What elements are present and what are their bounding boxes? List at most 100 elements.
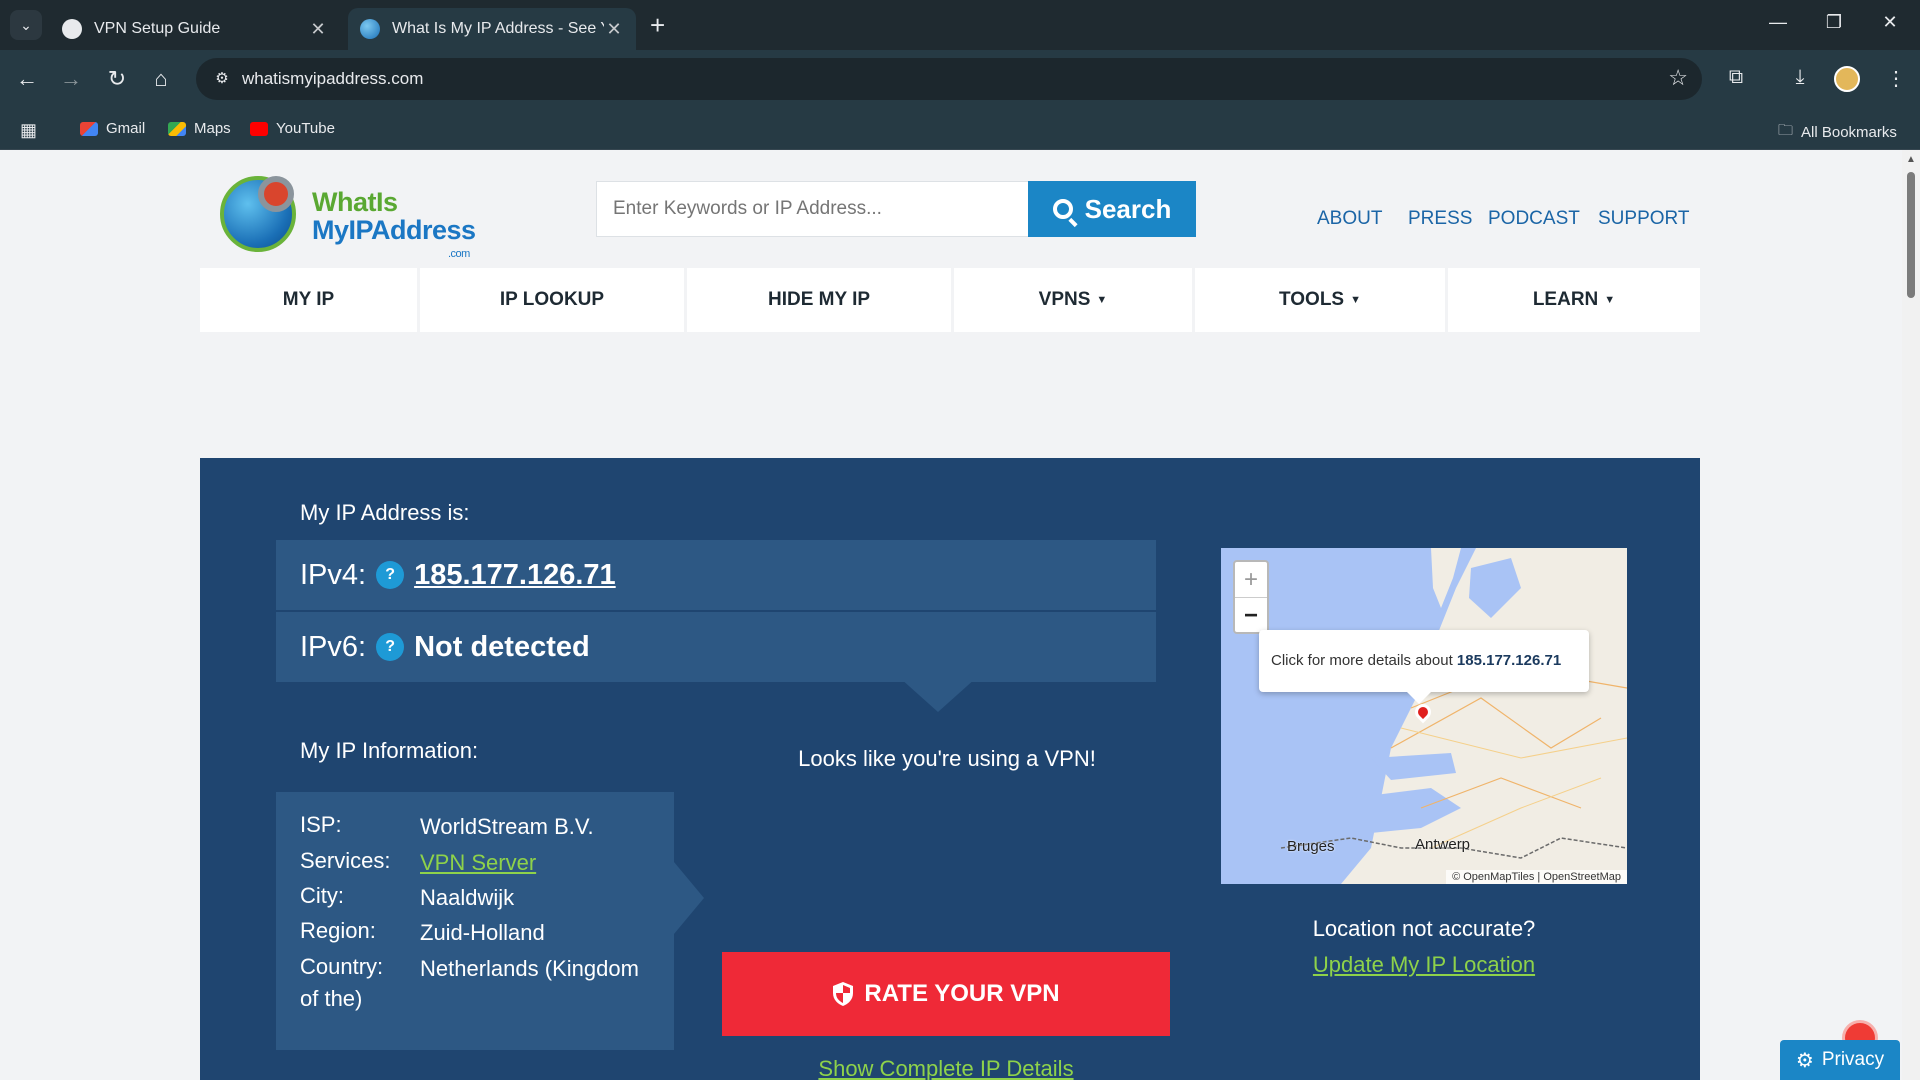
bookmark-label: YouTube xyxy=(276,120,335,137)
site-info-icon[interactable]: ⚙ xyxy=(208,65,236,93)
search-input[interactable] xyxy=(596,181,1028,237)
vpn-message: Looks like you're using a VPN! xyxy=(798,746,1096,771)
zoom-out-button[interactable]: − xyxy=(1235,597,1267,632)
info-key: Services: xyxy=(300,848,391,873)
services-link[interactable]: VPN Server xyxy=(420,848,660,878)
infobox-pointer xyxy=(674,862,704,934)
ipv4-value[interactable]: 185.177.126.71 xyxy=(414,559,616,592)
reload-icon[interactable]: ↻ xyxy=(102,64,132,94)
close-tab-icon[interactable]: ✕ xyxy=(308,19,328,40)
extensions-icon[interactable]: ⧉ xyxy=(1722,66,1750,89)
dropdown-caret-icon: ▼ xyxy=(1096,294,1108,306)
close-tab-icon[interactable]: ✕ xyxy=(604,19,624,40)
logo-line1: WhatIs xyxy=(312,187,398,217)
map-attribution[interactable]: © OpenMapTiles | OpenStreetMap xyxy=(1446,870,1627,884)
popup-ip: 185.177.126.71 xyxy=(1456,652,1562,669)
nav-tools[interactable]: TOOLS ▼ xyxy=(1195,268,1445,332)
help-icon[interactable]: ? xyxy=(376,633,405,661)
info-key: Region: xyxy=(300,918,376,943)
tab-vpn-setup-guide[interactable]: VPN Setup Guide ✕ xyxy=(50,8,340,50)
ipv4-label: IPv4: xyxy=(300,558,367,591)
info-value-country: Netherlands (Kingdom of the) xyxy=(300,956,639,1011)
nav-label: LEARN xyxy=(1532,289,1599,310)
globe-favicon-icon xyxy=(360,19,380,39)
info-value: Naaldwijk xyxy=(420,885,515,910)
bookmark-label: Gmail xyxy=(106,120,146,137)
zoom-in-button[interactable]: + xyxy=(1235,562,1267,597)
menu-kebab-icon[interactable]: ⋮ xyxy=(1882,66,1910,91)
info-value: Zuid-Holland xyxy=(420,920,545,945)
privacy-label: Privacy xyxy=(1821,1049,1885,1070)
nav-ip-lookup[interactable]: IP LOOKUP xyxy=(420,268,684,332)
site-logo[interactable]: WhatIs MyIPAddress .com xyxy=(218,172,488,262)
all-bookmarks[interactable]: 🗀 All Bookmarks xyxy=(1778,120,1897,145)
popup-tip xyxy=(1407,692,1431,704)
search-button[interactable]: Search xyxy=(1028,181,1196,237)
info-key: ISP: xyxy=(300,812,342,837)
map-city-label: Antwerp xyxy=(1415,836,1471,853)
location-map[interactable]: + − Click for more details about 185.177… xyxy=(1221,548,1627,884)
tab-what-is-my-ip[interactable]: What Is My IP Address - See Yo ✕ xyxy=(348,8,636,50)
nav-press-link[interactable]: PRESS xyxy=(1408,208,1472,230)
ipbox-pointer xyxy=(900,678,976,712)
nav-vpns[interactable]: VPNS ▼ xyxy=(954,268,1192,332)
restore-icon[interactable]: ❐ xyxy=(1814,12,1854,33)
address-bar[interactable]: ⚙ whatismyipaddress.com ☆ xyxy=(196,58,1702,100)
forward-icon[interactable]: → xyxy=(56,64,86,94)
web-page: WhatIs MyIPAddress .com Search ABOUT PRE… xyxy=(0,150,1902,1080)
show-complete-ip-details-link[interactable]: Show Complete IP Details xyxy=(722,1056,1170,1080)
page-scrollbar[interactable]: ▲ xyxy=(1902,150,1920,1080)
dropdown-caret-icon: ▼ xyxy=(1350,294,1361,306)
nav-hide-my-ip[interactable]: HIDE MY IP xyxy=(687,268,951,332)
bookmark-maps[interactable]: Maps xyxy=(168,120,231,137)
bookmark-star-icon[interactable]: ☆ xyxy=(1668,65,1688,91)
ip-hero-panel: My IP Address is: IPv4: ? 185.177.126.71… xyxy=(200,458,1700,1080)
info-heading: My IP Information: xyxy=(300,738,479,763)
bookmark-youtube[interactable]: YouTube xyxy=(250,120,335,137)
search-icon xyxy=(1052,199,1073,219)
tab-strip: ⌄ VPN Setup Guide ✕ What Is My IP Addres… xyxy=(0,0,1920,50)
map-popup[interactable]: Click for more details about 185.177.126… xyxy=(1259,630,1589,692)
nav-my-ip[interactable]: MY IP xyxy=(200,268,417,332)
nav-about-link[interactable]: ABOUT xyxy=(1317,208,1382,230)
close-window-icon[interactable]: ✕ xyxy=(1870,12,1910,33)
nav-podcast-link[interactable]: PODCAST xyxy=(1488,208,1580,230)
folder-icon: 🗀 xyxy=(1778,122,1794,139)
shield-icon xyxy=(833,982,854,1006)
browser-toolbar: ← → ↻ ⌂ ⚙ whatismyipaddress.com ☆ ⧉ ⤓ ⋮ xyxy=(0,50,1920,108)
youtube-icon xyxy=(250,121,268,136)
profile-avatar[interactable] xyxy=(1834,66,1860,92)
tab-title: VPN Setup Guide xyxy=(94,20,221,37)
apps-grid-icon[interactable]: ▦ xyxy=(20,120,37,141)
scroll-up-icon[interactable]: ▲ xyxy=(1906,154,1916,165)
map-city-label: Bruges xyxy=(1287,838,1335,855)
help-icon[interactable]: ? xyxy=(376,561,405,589)
nav-label: TOOLS xyxy=(1279,289,1345,310)
nav-label: HIDE MY IP xyxy=(767,289,871,310)
nav-support-link[interactable]: SUPPORT xyxy=(1598,208,1690,230)
bookmark-gmail[interactable]: Gmail xyxy=(80,120,145,137)
privacy-button[interactable]: ⚙ Privacy xyxy=(1780,1040,1900,1080)
new-tab-button[interactable]: + xyxy=(650,12,665,38)
ipv6-label: IPv6: xyxy=(300,630,367,663)
popup-text: Click for more details about xyxy=(1271,652,1457,669)
maps-icon xyxy=(168,121,186,136)
back-icon[interactable]: ← xyxy=(12,64,42,94)
download-icon[interactable]: ⤓ xyxy=(1786,66,1814,89)
info-row-region: Region: Zuid-Holland xyxy=(300,918,660,948)
nav-label: MY IP xyxy=(282,289,335,310)
ip-heading: My IP Address is: xyxy=(300,500,470,525)
rate-your-vpn-button[interactable]: RATE YOUR VPN xyxy=(722,952,1170,1036)
map-zoom-control: + − xyxy=(1233,560,1269,634)
home-icon[interactable]: ⌂ xyxy=(146,64,176,94)
gear-icon: ⚙ xyxy=(1795,1049,1814,1072)
info-row-city: City: Naaldwijk xyxy=(300,883,660,913)
tab-search-button[interactable]: ⌄ xyxy=(10,10,42,40)
ip-info-box: ISP: WorldStream B.V. Services: VPN Serv… xyxy=(276,792,674,1050)
nav-learn[interactable]: LEARN ▼ xyxy=(1448,268,1700,332)
scrollbar-thumb[interactable] xyxy=(1907,172,1915,298)
bookmark-label: Maps xyxy=(194,120,231,137)
update-location-link[interactable]: Update My IP Location xyxy=(1221,952,1627,978)
minimize-icon[interactable]: — xyxy=(1758,12,1798,33)
rate-button-label: RATE YOUR VPN xyxy=(864,980,1060,1007)
